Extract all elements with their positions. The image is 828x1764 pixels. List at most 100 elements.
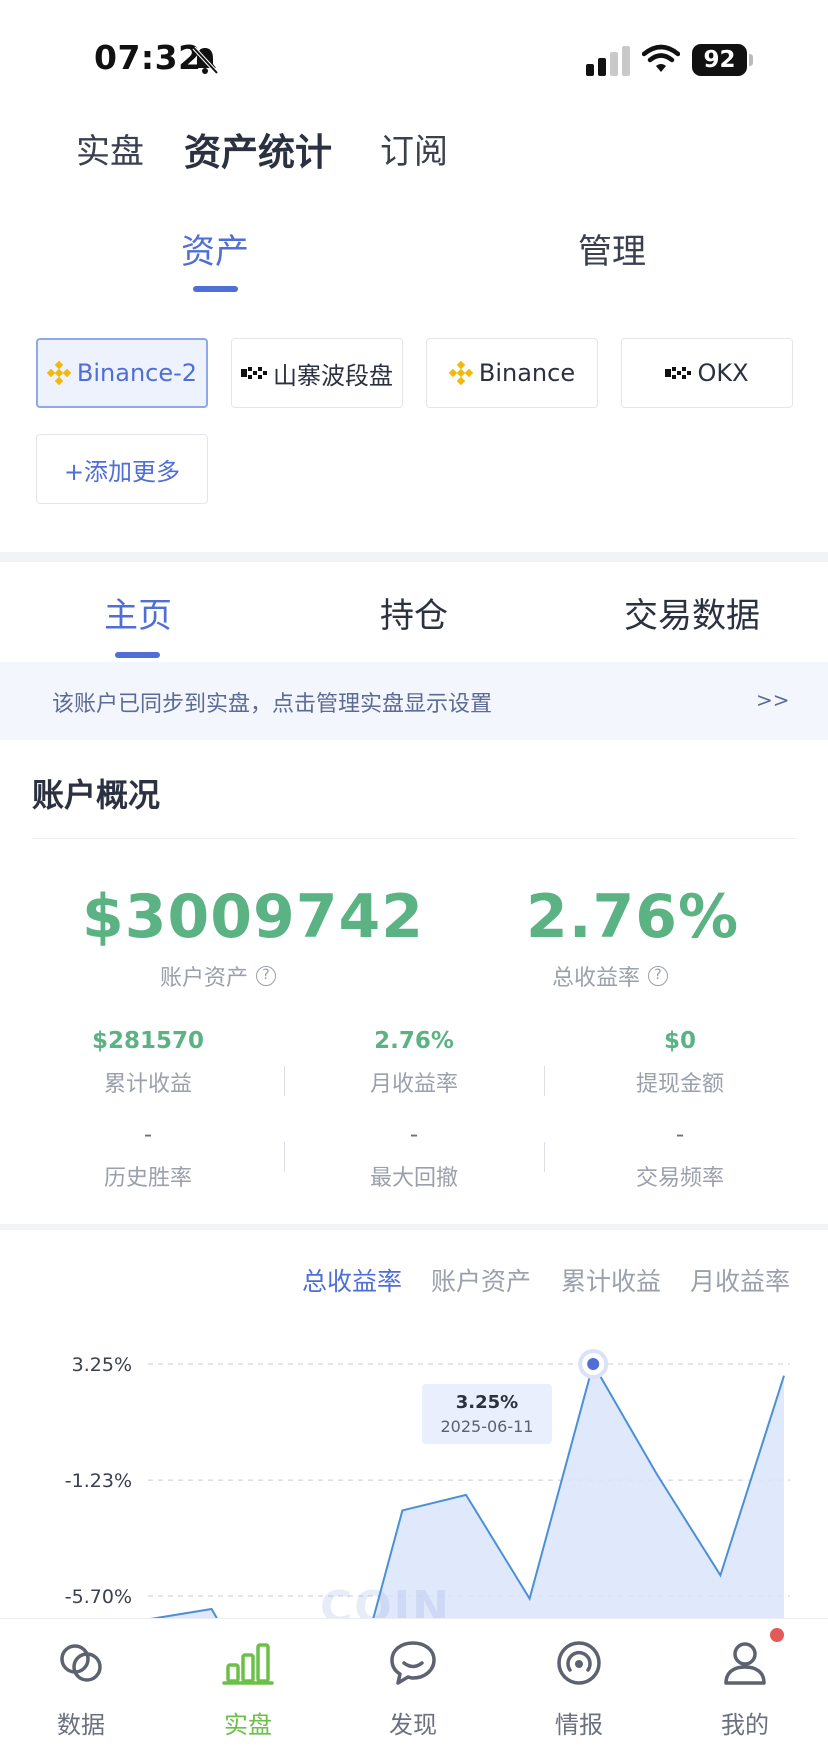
account-assets-value: $3009742 [82,882,424,952]
stat-monthly-return: 2.76% 月收益率 [281,1028,547,1098]
stat-value: 2.76% [374,1028,454,1054]
stat-divider [544,1066,545,1096]
exchange-chip-label: OKX [697,359,749,387]
notification-dot [770,1628,784,1642]
nav-label: 情报 [555,1711,603,1739]
wifi-icon [642,44,680,72]
highlight-point[interactable] [587,1358,600,1370]
tab-subscribe[interactable]: 订阅 [380,124,448,173]
nav-profile[interactable]: 我的 [690,1637,800,1740]
total-return-value: 2.76% [526,882,740,952]
help-icon[interactable]: ? [256,966,277,986]
app-screen: 07:32 92 实盘 资产统计 订阅 资产 管理 Binance-2 山寨波段… [0,0,828,1764]
status-bar: 07:32 92 [0,0,828,108]
nav-label: 我的 [721,1711,769,1739]
nav-label: 实盘 [224,1711,272,1739]
account-overview-title: 账户概况 [32,776,161,814]
nav-discover[interactable]: 发现 [358,1637,468,1740]
battery-nub [749,54,753,66]
notice-arrow-icon: >> [756,688,790,712]
okx-icon [241,367,267,379]
binance-icon [46,361,71,385]
bottom-navigation: 数据 实盘 发现 情报 我的 [0,1618,828,1764]
user-icon [724,1642,766,1685]
tab-positions[interactable]: 持仓 [380,588,448,637]
binance-icon [448,361,473,385]
y-tick-label: -1.23% [65,1470,132,1492]
stat-value: $0 [663,1028,696,1054]
total-return-chart[interactable]: 3.25% -1.23% -5.70% [0,1320,828,1748]
stat-label: 月收益率 [369,1072,458,1097]
chart-tab-account-assets[interactable]: 账户资产 [431,1262,531,1298]
cellular-signal-icon [586,46,630,76]
section-tab-indicator [115,652,160,658]
tab-live[interactable]: 实盘 [76,124,144,173]
nav-intel[interactable]: 情报 [524,1637,634,1740]
exchange-chip-altcoin-swing[interactable]: 山寨波段盘 [231,338,403,408]
add-more-button[interactable]: +添加更多 [36,434,208,504]
stat-divider [544,1142,545,1172]
sync-notice-text: 该账户已同步到实盘，点击管理实盘显示设置 [52,692,493,717]
section-separator [0,552,828,562]
nav-label: 数据 [57,1711,105,1739]
stat-withdrawal-amount: $0 提现金额 [547,1028,813,1098]
divider [32,838,798,839]
battery-level: 92 [692,44,747,76]
nav-data[interactable]: 数据 [26,1637,136,1740]
bell-muted-icon [192,46,219,75]
stat-max-drawdown: - 最大回撤 [281,1122,547,1192]
stat-label: 提现金额 [635,1072,724,1097]
sub-tabs: 资产 管理 [0,214,828,294]
stat-label: 累计收益 [103,1072,192,1097]
account-assets-label-text: 账户资产 [160,966,249,991]
chart-tab-cumulative-profit[interactable]: 累计收益 [561,1262,661,1298]
chat-bubble-icon [390,1641,436,1685]
y-tick-label: -5.70% [65,1586,132,1608]
stat-trade-frequency: - 交易频率 [547,1122,813,1192]
stat-label: 历史胜率 [103,1166,192,1191]
okx-icon [665,367,692,379]
stat-label: 交易频率 [635,1166,724,1191]
exchange-chip-binance[interactable]: Binance [426,338,598,408]
stat-divider [284,1066,285,1096]
stat-value: - [409,1122,419,1148]
stat-value: - [675,1122,685,1148]
tab-home[interactable]: 主页 [104,588,172,637]
tab-assets[interactable]: 资产 [181,224,249,273]
exchange-chip-binance-2[interactable]: Binance-2 [36,338,208,408]
data-icon [60,1644,102,1682]
exchange-chip-label: Binance [478,359,576,387]
tooltip-date: 2025-06-11 [440,1417,534,1436]
y-tick-label: 3.25% [72,1354,132,1376]
tooltip-value: 3.25% [455,1392,519,1413]
sub-tab-indicator [193,286,238,292]
chart-tab-total-return[interactable]: 总收益率 [302,1262,402,1298]
chart-tab-monthly-return[interactable]: 月收益率 [690,1262,790,1298]
stat-win-rate: - 历史胜率 [15,1122,281,1192]
stat-cumulative-profit: $281570 累计收益 [15,1028,281,1098]
stat-label: 最大回撤 [369,1166,458,1191]
exchange-chip-label: Binance-2 [76,359,198,387]
account-assets-label: 账户资产 ? [160,960,277,992]
section-separator [0,1224,828,1230]
tab-asset-stats[interactable]: 资产统计 [184,122,332,176]
nav-live[interactable]: 实盘 [193,1637,303,1740]
stat-value: - [143,1122,153,1148]
battery-indicator: 92 [692,44,754,76]
broadcast-icon [557,1641,601,1685]
chart-tabs: 总收益率 账户资产 累计收益 月收益率 [0,1262,828,1302]
status-time: 07:32 [94,38,202,77]
total-return-label-text: 总收益率 [552,966,641,991]
bar-chart-icon [222,1643,274,1685]
stat-value: $281570 [91,1028,205,1054]
exchange-chip-okx[interactable]: OKX [621,338,793,408]
nav-label: 发现 [389,1711,437,1739]
chart-tooltip: 3.25% 2025-06-11 [422,1384,552,1444]
tab-trade-data[interactable]: 交易数据 [624,588,760,637]
help-icon[interactable]: ? [648,966,669,986]
tab-manage[interactable]: 管理 [578,224,646,273]
total-return-label: 总收益率 ? [552,960,669,992]
stat-divider [284,1142,285,1172]
sync-notice-banner[interactable]: 该账户已同步到实盘，点击管理实盘显示设置 >> [0,662,828,740]
exchange-chip-label: 山寨波段盘 [273,361,393,390]
